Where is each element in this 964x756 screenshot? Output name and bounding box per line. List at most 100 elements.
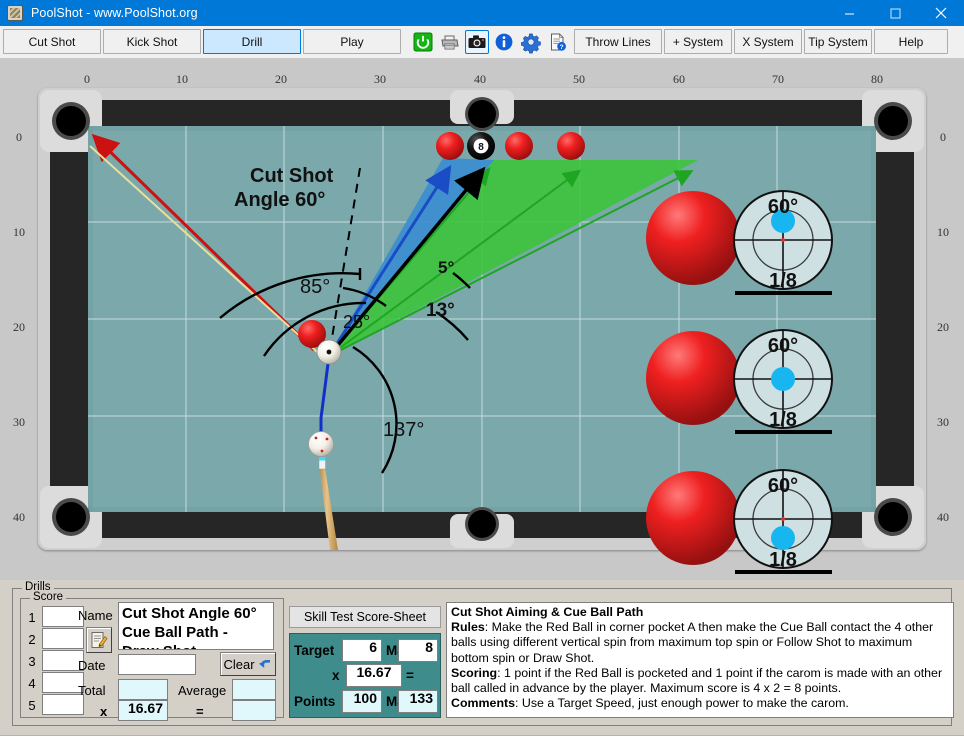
score-sheet-title: Skill Test Score-Sheet xyxy=(303,610,427,624)
display-red-ball-1 xyxy=(646,191,740,285)
spin-angle-label-1: 60° xyxy=(768,196,798,218)
total-label: Total xyxy=(78,683,106,698)
power-icon[interactable] xyxy=(411,30,435,54)
score-sheet-panel: Target 6 Max 8 x 16.67 = Points 100 Max … xyxy=(289,633,441,718)
target-max-value: 8 xyxy=(425,639,433,655)
description-panel: Cut Shot Aiming & Cue Ball Path Rules: M… xyxy=(446,602,954,718)
score-row-label-3: 3 xyxy=(28,654,36,669)
target-label: Target xyxy=(294,643,335,658)
name-field[interactable]: Cut Shot Angle 60° Cue Ball Path - Draw … xyxy=(118,602,274,650)
icon-toolbar: ? xyxy=(411,29,570,54)
target-field[interactable]: 6 xyxy=(342,639,382,662)
average-value xyxy=(233,680,275,699)
average-field xyxy=(232,679,276,700)
red-ball-target-3 xyxy=(557,132,585,160)
tab-play[interactable]: Play xyxy=(303,29,401,54)
cut-shot-title-line2: Angle 60° xyxy=(234,189,325,211)
spin-tip-label-1: 1/8 xyxy=(769,270,797,292)
points-field: 100 xyxy=(342,690,382,713)
sheet-equals-symbol: = xyxy=(406,668,414,683)
status-bar xyxy=(0,735,964,756)
display-red-ball-2 xyxy=(646,331,740,425)
sheet-multiply-symbol: x xyxy=(332,668,340,683)
tab-cut-shot[interactable]: Cut Shot xyxy=(3,29,101,54)
settings-gear-icon[interactable] xyxy=(519,30,543,54)
ruler-top-50: 50 xyxy=(573,72,585,86)
eight-ball-number: 8 xyxy=(478,142,484,153)
score-group-label: Score xyxy=(30,591,67,603)
score-row-label-4: 4 xyxy=(28,676,36,691)
tip-system-button[interactable]: Tip System xyxy=(804,29,872,54)
clear-button-label: Clear xyxy=(223,656,255,672)
points-label: Points xyxy=(294,694,336,709)
spin-tip-label-3: 1/8 xyxy=(769,549,797,571)
ruler-top-10: 10 xyxy=(176,72,188,86)
printer-icon[interactable] xyxy=(438,30,462,54)
angle-label-85: 85° xyxy=(300,276,330,298)
score-input-2[interactable] xyxy=(42,628,84,649)
ruler-top-30: 30 xyxy=(374,72,386,86)
target-max-field: 8 xyxy=(398,639,438,662)
x-system-button[interactable]: X System xyxy=(734,29,802,54)
ruler-right-30: 30 xyxy=(937,415,949,429)
red-ball-target-2 xyxy=(505,132,533,160)
angle-label-5: 5° xyxy=(438,258,454,277)
tab-kick-shot[interactable]: Kick Shot xyxy=(103,29,201,54)
average-label: Average xyxy=(178,683,227,698)
minimize-button[interactable] xyxy=(826,0,872,26)
description-scoring: Scoring: 1 point if the Red Ball is pock… xyxy=(451,666,949,696)
date-label: Date xyxy=(78,658,106,673)
window-controls xyxy=(826,0,964,26)
maximize-button[interactable] xyxy=(872,0,918,26)
score-row-label-2: 2 xyxy=(28,632,36,647)
ruler-left-20: 20 xyxy=(13,320,25,334)
red-ball-target-1 xyxy=(436,132,464,160)
ruler-left-30: 30 xyxy=(13,415,25,429)
ruler-right-20: 20 xyxy=(937,320,949,334)
result-value xyxy=(233,701,275,720)
multiply-symbol: x xyxy=(100,704,108,719)
name-label: Name xyxy=(78,608,113,623)
app-icon xyxy=(7,5,23,21)
ruler-top-80: 80 xyxy=(871,72,883,86)
ruler-left-0: 0 xyxy=(16,130,22,144)
pool-table[interactable]: 8 60° 1/8 60° 1/8 60° 1/8 Cut Shot Angle… xyxy=(38,88,926,574)
spin-angle-label-3: 60° xyxy=(768,475,798,497)
angle-label-13: 13° xyxy=(426,300,455,321)
info-icon[interactable] xyxy=(492,30,516,54)
rules-label: Rules xyxy=(451,620,485,635)
score-value-2 xyxy=(43,629,83,648)
plus-system-button[interactable]: + System xyxy=(664,29,732,54)
sheet-multiplier-field: 16.67 xyxy=(346,664,402,687)
multiplier-field: 16.67 xyxy=(118,700,168,721)
throw-lines-button[interactable]: Throw Lines xyxy=(574,29,662,54)
ruler-top-40: 40 xyxy=(474,72,486,86)
ruler-left-10: 10 xyxy=(13,225,25,239)
score-row-label-1: 1 xyxy=(28,610,36,625)
display-red-ball-3 xyxy=(646,471,740,565)
close-button[interactable] xyxy=(918,0,964,26)
bottom-panel: Drills Score 1 2 3 4 5 Name Cut Shot Ang… xyxy=(0,580,964,756)
score-value-3 xyxy=(43,651,83,670)
pool-table-canvas[interactable]: 0 10 20 30 40 50 60 70 80 0 10 20 30 40 … xyxy=(0,58,964,580)
camera-icon[interactable] xyxy=(465,29,489,54)
cue-ball xyxy=(308,431,334,457)
help-button[interactable]: Help xyxy=(874,29,948,54)
total-field xyxy=(118,679,168,700)
multiplier-value: 16.67 xyxy=(127,700,163,716)
svg-text:?: ? xyxy=(560,44,564,51)
ruler-top-0: 0 xyxy=(84,72,90,86)
ruler-right-10: 10 xyxy=(937,225,949,239)
title-bar: PoolShot - www.PoolShot.org xyxy=(0,0,964,26)
help-document-icon[interactable]: ? xyxy=(546,30,570,54)
skill-test-score-sheet-button[interactable]: Skill Test Score-Sheet xyxy=(289,606,441,628)
target-value: 6 xyxy=(369,639,377,655)
comments-text: : Use a Target Speed, just enough power … xyxy=(515,696,849,711)
tab-drill[interactable]: Drill xyxy=(203,29,301,54)
toolbar: Cut Shot Kick Shot Drill Play ? Throw Li… xyxy=(0,26,964,57)
edit-note-icon[interactable] xyxy=(86,627,112,653)
date-field[interactable] xyxy=(118,654,196,675)
score-value-5 xyxy=(43,695,83,714)
clear-button[interactable]: Clear xyxy=(220,652,276,676)
scoring-label: Scoring xyxy=(451,665,498,680)
